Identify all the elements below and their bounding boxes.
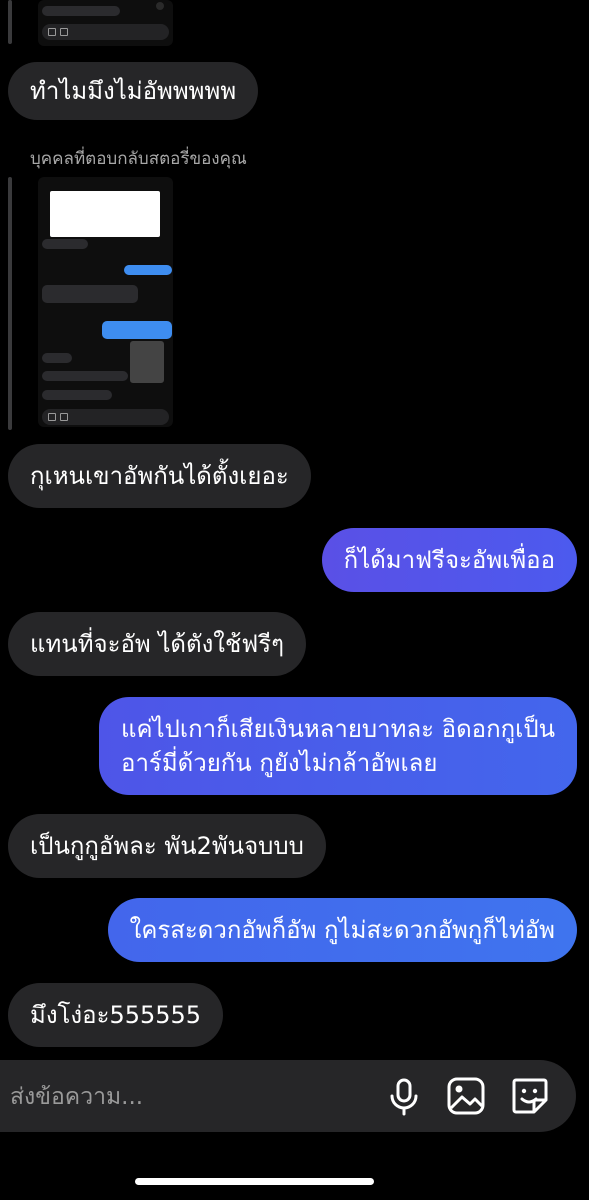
message-input[interactable]: ส่งข้อความ...: [10, 1079, 143, 1115]
message-composer[interactable]: ส่งข้อความ...: [0, 1060, 576, 1132]
message-line: อาร์มี่ด้วยกัน กูยังไม่กล้าอัพเลย: [121, 749, 438, 777]
story-thumbnail[interactable]: [38, 177, 173, 427]
mini-message: [42, 6, 120, 16]
message-outgoing: ใครสะดวกอัพก็อัพ กูไม่สะดวกอัพกูก็ไท่อัพ: [107, 898, 577, 962]
mini-message: [124, 265, 172, 275]
story-reply-label: บุคคลที่ตอบกลับสตอรี่ของคุณ: [30, 149, 247, 169]
mini-sticker-icon: [60, 28, 68, 36]
message-incoming: ทำไมมึงไม่อัพพพพพ: [8, 62, 259, 120]
mini-message: [42, 371, 128, 381]
mini-photo: [130, 341, 164, 383]
mini-message: [42, 285, 138, 303]
story-text-card: [50, 191, 160, 237]
mini-avatar: [156, 2, 164, 10]
message-incoming: กุเหนเขาอัพกันได้ตั้งเยอะ: [8, 444, 311, 508]
gallery-icon[interactable]: [444, 1074, 488, 1118]
message-outgoing: แค่ไปเกาก็เสียเงินหลายบาทละ อิดอกกูเป็น …: [99, 697, 577, 795]
mini-gallery-icon: [48, 28, 56, 36]
mini-message: [102, 321, 172, 339]
message-line: แค่ไปเกาก็เสียเงินหลายบาทละ อิดอกกูเป็น: [121, 715, 555, 743]
microphone-icon[interactable]: [382, 1074, 426, 1118]
message-outgoing: ก็ได้มาฟรีจะอัพเพื่ออ: [321, 528, 577, 592]
mini-message: [42, 239, 88, 249]
home-indicator[interactable]: [135, 1178, 374, 1185]
sticker-icon[interactable]: [508, 1074, 552, 1118]
story-reply-bar: [8, 177, 12, 430]
message-incoming: มึงโง่อะ555555: [8, 983, 224, 1047]
mini-composer: [42, 24, 169, 40]
mini-sticker-icon: [60, 413, 68, 421]
mini-message: [42, 353, 72, 363]
story-thumbnail-top[interactable]: [38, 0, 173, 46]
story-reply-bar: [8, 0, 12, 44]
message-incoming: เป็นกูกูอัพละ พัน2พันจบบบ: [8, 814, 326, 878]
mini-message: [42, 390, 112, 400]
mini-composer: [42, 409, 169, 425]
message-incoming: แทนที่จะอัพ ได้ตังใช้ฟรีๆ: [8, 612, 307, 676]
mini-gallery-icon: [48, 413, 56, 421]
